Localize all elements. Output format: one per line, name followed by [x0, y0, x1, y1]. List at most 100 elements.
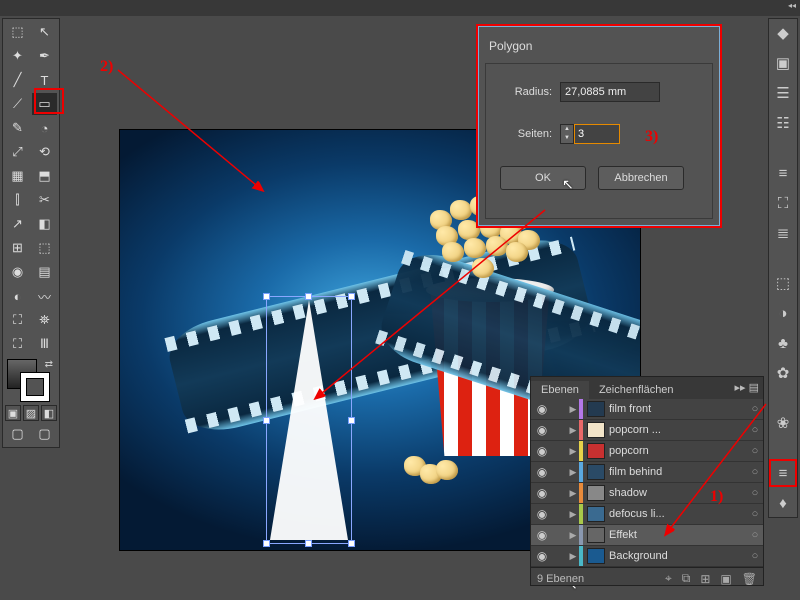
lasso-tool-icon[interactable]: ✒: [32, 45, 57, 67]
brush-tool-icon[interactable]: ✎: [5, 117, 30, 139]
graph-tool-icon[interactable]: 〰: [32, 285, 57, 307]
layer-name[interactable]: popcorn: [609, 445, 747, 457]
disclosure-icon[interactable]: ▶: [567, 404, 579, 415]
layer-row[interactable]: ◉ ▶ shadow ○: [531, 483, 763, 504]
hand-tool-icon[interactable]: ⛶: [5, 333, 30, 355]
stepper-buttons[interactable]: ▲▼: [560, 124, 574, 144]
layer-row[interactable]: ◉ ▶ film behind ○: [531, 462, 763, 483]
type-tool-icon[interactable]: T: [32, 69, 57, 91]
disclosure-icon[interactable]: ▶: [567, 509, 579, 520]
visibility-toggle-icon[interactable]: ◉: [531, 465, 553, 479]
artboard-tool-icon[interactable]: ⛶: [5, 309, 30, 331]
appearance-panel-icon[interactable]: ⬚: [771, 271, 795, 295]
gradient-tool-icon[interactable]: ⬚: [32, 237, 57, 259]
visibility-toggle-icon[interactable]: ◉: [531, 423, 553, 437]
panel-menu-icon[interactable]: ▸▸ ▤: [735, 381, 760, 394]
pencil-tool-icon[interactable]: ◔: [32, 117, 57, 139]
graphic-styles-icon[interactable]: ◑: [771, 301, 795, 325]
layer-name[interactable]: film front: [609, 403, 747, 415]
disclosure-icon[interactable]: ▶: [567, 446, 579, 457]
width-tool-icon[interactable]: ⫿: [5, 189, 30, 211]
color-panel-icon[interactable]: ◆: [771, 21, 795, 45]
pathfinder-panel-icon[interactable]: ✿: [771, 361, 795, 385]
layer-name[interactable]: shadow: [609, 487, 747, 499]
layer-row[interactable]: ◉ ▶ popcorn ... ○: [531, 420, 763, 441]
layer-row[interactable]: ◉ ▶ film front ○: [531, 399, 763, 420]
visibility-toggle-icon[interactable]: ◉: [531, 507, 553, 521]
target-icon[interactable]: ○: [747, 529, 763, 541]
target-icon[interactable]: ○: [747, 487, 763, 499]
layer-name[interactable]: film behind: [609, 466, 747, 478]
disclosure-icon[interactable]: ▶: [567, 467, 579, 478]
selection-tool-icon[interactable]: ⬚: [5, 21, 30, 43]
layer-row[interactable]: ◉ ▶ popcorn ○: [531, 441, 763, 462]
tab-layers[interactable]: Ebenen: [531, 381, 589, 399]
artboards-panel-icon[interactable]: ♦: [771, 491, 795, 515]
layer-name[interactable]: popcorn ...: [609, 424, 747, 436]
eyedropper-tool-icon[interactable]: ◉: [5, 261, 30, 283]
screen-mode2-icon[interactable]: ▢: [32, 423, 57, 445]
blend-tool-icon[interactable]: ▤: [32, 261, 57, 283]
stroke-panel-icon[interactable]: ≡: [771, 161, 795, 185]
free-transform-icon[interactable]: ✂: [32, 189, 57, 211]
line-tool-icon[interactable]: ⟋: [5, 93, 30, 115]
shape-builder-icon[interactable]: ↗: [5, 213, 30, 235]
gradient-panel-icon[interactable]: ⛶: [771, 191, 795, 215]
fill-stroke-swatch[interactable]: ⇄: [5, 357, 57, 403]
selected-polygon-shape[interactable]: [270, 300, 348, 540]
disclosure-icon[interactable]: ▶: [567, 425, 579, 436]
radius-input[interactable]: [560, 82, 660, 102]
layer-row[interactable]: ◉ ▶ defocus li... ○: [531, 504, 763, 525]
layer-row[interactable]: ◉ ▶ Effekt ○: [531, 525, 763, 546]
pen-tool-icon[interactable]: ╱: [5, 69, 30, 91]
locate-layer-icon[interactable]: ⌖: [665, 571, 672, 586]
swap-fill-stroke-icon[interactable]: ⇄: [45, 359, 53, 370]
visibility-toggle-icon[interactable]: ◉: [531, 444, 553, 458]
target-icon[interactable]: ○: [747, 508, 763, 520]
sides-stepper[interactable]: ▲▼: [560, 124, 620, 144]
layers-panel-icon[interactable]: ≡: [771, 461, 795, 485]
color-gradient-icon[interactable]: ▨: [23, 405, 39, 421]
target-icon[interactable]: ○: [747, 466, 763, 478]
ok-button[interactable]: OK: [500, 166, 586, 190]
cancel-button[interactable]: Abbrechen: [598, 166, 684, 190]
disclosure-icon[interactable]: ▶: [567, 530, 579, 541]
brushes-panel-icon[interactable]: ☰: [771, 81, 795, 105]
eraser-tool-icon[interactable]: ⟲: [32, 141, 57, 163]
layer-name[interactable]: defocus li...: [609, 508, 747, 520]
visibility-toggle-icon[interactable]: ◉: [531, 528, 553, 542]
layer-row[interactable]: ◉ ▶ Background ○: [531, 546, 763, 567]
target-icon[interactable]: ○: [747, 403, 763, 415]
target-icon[interactable]: ○: [747, 445, 763, 457]
sides-input[interactable]: [574, 124, 620, 144]
make-clip-icon[interactable]: ⧉: [682, 571, 691, 586]
perspective-tool-icon[interactable]: ◧: [32, 213, 57, 235]
new-sublayer-icon[interactable]: ⊞: [700, 572, 710, 586]
layer-name[interactable]: Effekt: [609, 529, 747, 541]
visibility-toggle-icon[interactable]: ◉: [531, 486, 553, 500]
stroke-color-icon[interactable]: [21, 373, 49, 401]
layer-name[interactable]: Background: [609, 550, 747, 562]
scale-tool-icon[interactable]: ⬒: [32, 165, 57, 187]
target-icon[interactable]: ○: [747, 424, 763, 436]
zoom-tool-icon[interactable]: Ⅲ: [32, 333, 57, 355]
visibility-toggle-icon[interactable]: ◉: [531, 402, 553, 416]
transform-panel-icon[interactable]: ❀: [771, 411, 795, 435]
magic-wand-icon[interactable]: ✦: [5, 45, 30, 67]
rotate-tool-icon[interactable]: ▦: [5, 165, 30, 187]
blob-tool-icon[interactable]: ⤢: [5, 141, 30, 163]
polygon-tool-icon[interactable]: ▭: [32, 93, 57, 115]
visibility-toggle-icon[interactable]: ◉: [531, 549, 553, 563]
slice-tool-icon[interactable]: ⛯: [32, 309, 57, 331]
trash-icon[interactable]: 🗑: [742, 572, 757, 586]
disclosure-icon[interactable]: ▶: [567, 551, 579, 562]
disclosure-icon[interactable]: ▶: [567, 488, 579, 499]
swatches-panel-icon[interactable]: ▣: [771, 51, 795, 75]
target-icon[interactable]: ○: [747, 550, 763, 562]
mesh-tool-icon[interactable]: ⊞: [5, 237, 30, 259]
color-none-icon[interactable]: ◧: [41, 405, 57, 421]
symbols-panel-icon[interactable]: ☷: [771, 111, 795, 135]
direct-select-tool-icon[interactable]: ↖: [32, 21, 57, 43]
new-layer-icon[interactable]: ▣: [720, 572, 731, 586]
align-panel-icon[interactable]: ♣: [771, 331, 795, 355]
